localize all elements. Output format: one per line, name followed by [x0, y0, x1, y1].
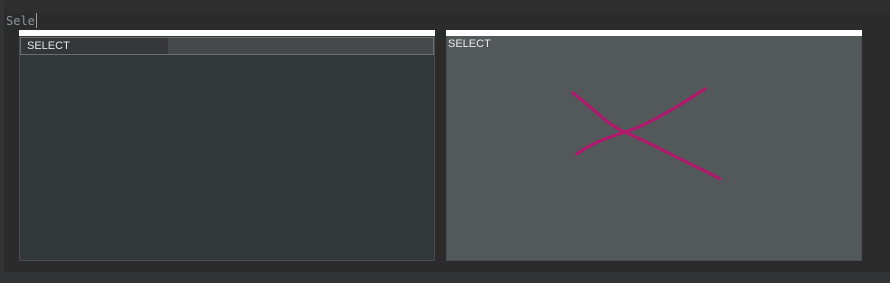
completion-item-select[interactable]: SELECT [20, 37, 434, 55]
editor-top-strip [0, 0, 890, 13]
editor-gutter [0, 0, 4, 283]
typed-text: Sele [6, 14, 35, 28]
completion-popup: SELECT [19, 30, 435, 261]
documentation-popup: SELECT [446, 30, 862, 261]
editor-current-line[interactable]: Sele [6, 12, 37, 30]
scribble-stroke-descending [571, 91, 722, 181]
completion-item-label: SELECT [27, 40, 70, 52]
editor-bottom-gutter [0, 272, 890, 283]
completion-popup-header-bar [19, 30, 435, 36]
text-caret [35, 13, 37, 28]
cross-scribble-icon [571, 87, 722, 181]
scribble-stroke-ascending [575, 87, 707, 156]
editor-area[interactable]: Sele SELECT SELECT [0, 0, 890, 283]
